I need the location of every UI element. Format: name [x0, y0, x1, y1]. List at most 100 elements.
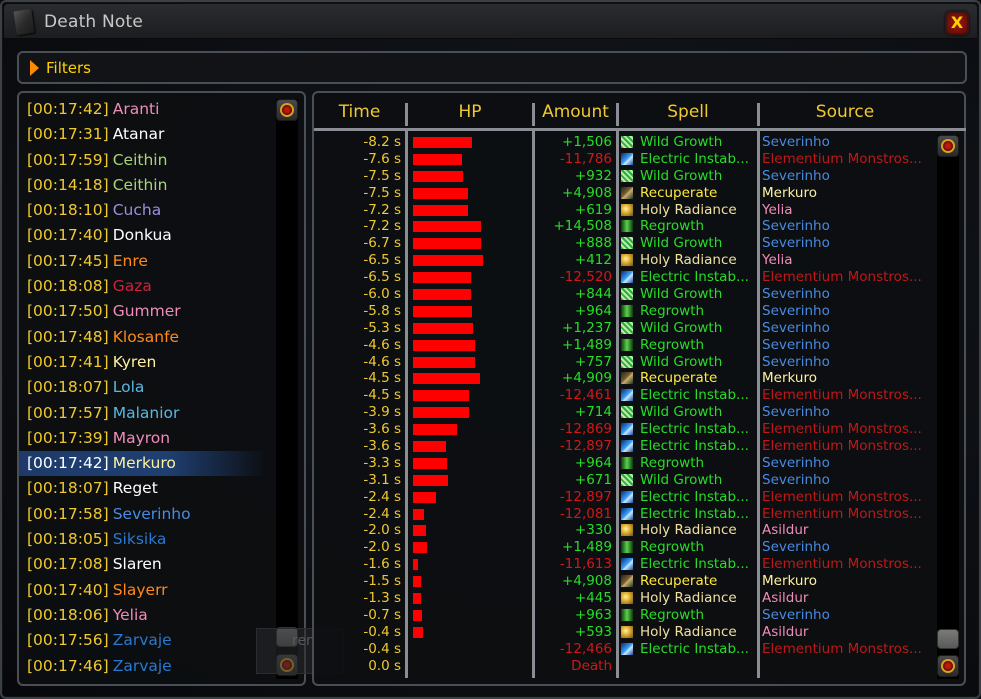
- death-list-item[interactable]: [00:17:39] Mayron: [19, 426, 267, 451]
- player-name: Kyren: [112, 352, 157, 371]
- player-name: Gummer: [112, 302, 181, 321]
- amount-cell: +619: [574, 201, 612, 218]
- player-name: Gaza: [112, 277, 152, 296]
- table-row[interactable]: -1.6 s -11,613 Electric Instab... Elementiu…: [314, 556, 934, 573]
- death-list-item[interactable]: [00:17:40] Slayerr: [19, 578, 267, 603]
- amount-cell: -12,897: [559, 438, 612, 455]
- death-list-item[interactable]: [00:14:18] Ceithin: [19, 173, 267, 198]
- regrowth-icon: [620, 607, 634, 622]
- table-row[interactable]: -0.4 s +593 Holy Radiance Asildur: [314, 624, 934, 641]
- table-row[interactable]: -7.5 s +4,908 Recuperate Merkuro: [314, 185, 934, 202]
- table-row[interactable]: -6.5 s -12,520 Electric Instab... Elementiu…: [314, 269, 934, 286]
- table-row[interactable]: -3.9 s +714 Wild Growth Severinho: [314, 404, 934, 421]
- table-row[interactable]: -3.3 s +964 Regrowth Severinho: [314, 455, 934, 472]
- electric-instability-icon: [620, 422, 634, 437]
- death-list-item[interactable]: [00:17:46] Zarvaje: [19, 654, 267, 679]
- death-list-item[interactable]: [00:17:56] Zarvaje: [19, 628, 267, 653]
- spell-cell: Electric Instab...: [640, 505, 749, 522]
- header-time[interactable]: Time: [314, 102, 405, 122]
- table-row[interactable]: -5.8 s +964 Regrowth Severinho: [314, 303, 934, 320]
- table-row[interactable]: -1.3 s +445 Holy Radiance Asildur: [314, 590, 934, 607]
- table-row[interactable]: -6.0 s +844 Wild Growth Severinho: [314, 286, 934, 303]
- death-list-item[interactable]: [00:17:59] Ceithin: [19, 148, 267, 173]
- hp-bar: [413, 187, 468, 199]
- table-row[interactable]: -2.4 s -12,897 Electric Instab... Elementiu…: [314, 489, 934, 506]
- close-button[interactable]: X: [945, 11, 969, 35]
- death-timestamp: [00:17:39]: [27, 428, 109, 447]
- wild-growth-icon: [620, 168, 634, 183]
- amount-cell: +757: [574, 353, 612, 370]
- death-timestamp: [00:17:46]: [27, 656, 109, 675]
- death-list-item[interactable]: [00:17:57] Malanior: [19, 401, 267, 426]
- filters-toggle[interactable]: Filters: [17, 51, 967, 84]
- table-row[interactable]: -5.3 s +1,237 Wild Growth Severinho: [314, 320, 934, 337]
- regrowth-icon: [620, 540, 634, 555]
- table-row[interactable]: -7.2 s +14,508 Regrowth Severinho: [314, 218, 934, 235]
- player-name: Reget: [112, 479, 158, 498]
- table-row[interactable]: 0.0 s Death: [314, 658, 934, 675]
- death-list-item[interactable]: [00:17:40] Donkua: [19, 223, 267, 248]
- table-scroll-up-button[interactable]: [937, 135, 959, 157]
- table-row[interactable]: -8.2 s +1,506 Wild Growth Severinho: [314, 134, 934, 151]
- time-cell: -3.1 s: [363, 471, 401, 488]
- hp-bar: [413, 170, 463, 182]
- table-row[interactable]: -0.7 s +963 Regrowth Severinho: [314, 607, 934, 624]
- table-row[interactable]: -7.6 s -11,786 Electric Instab... Elementiu…: [314, 151, 934, 168]
- table-row[interactable]: -2.0 s +1,489 Regrowth Severinho: [314, 539, 934, 556]
- death-timestamp: [00:17:59]: [27, 150, 109, 169]
- header-hp[interactable]: HP: [408, 102, 532, 122]
- player-name: Slayerr: [112, 580, 168, 599]
- death-list-item[interactable]: [00:17:42] Merkuro: [19, 451, 267, 477]
- table-row[interactable]: -0.4 s -12,466 Electric Instab... Elementiu…: [314, 641, 934, 658]
- death-list-item[interactable]: [00:18:06] Yelia: [19, 603, 267, 628]
- table-row[interactable]: -3.6 s -12,869 Electric Instab... Elementiu…: [314, 421, 934, 438]
- notebook-icon: [13, 8, 35, 36]
- amount-cell: +888: [574, 235, 612, 252]
- table-row[interactable]: -6.7 s +888 Wild Growth Severinho: [314, 235, 934, 252]
- table-row[interactable]: -3.1 s +671 Wild Growth Severinho: [314, 472, 934, 489]
- death-list-item[interactable]: [00:18:10] Cucha: [19, 198, 267, 223]
- header-source[interactable]: Source: [760, 102, 930, 122]
- death-list-scrollbar[interactable]: [276, 99, 298, 679]
- death-list-item[interactable]: [00:17:50] Gummer: [19, 299, 267, 324]
- hp-bar: [413, 322, 473, 334]
- table-row[interactable]: -1.5 s +4,908 Recuperate Merkuro: [314, 573, 934, 590]
- death-list-item[interactable]: [00:17:31] Atanar: [19, 122, 267, 147]
- death-list-item[interactable]: [00:17:41] Kyren: [19, 350, 267, 375]
- table-row[interactable]: -4.5 s -12,461 Electric Instab... Elementiu…: [314, 387, 934, 404]
- table-row[interactable]: -3.6 s -12,897 Electric Instab... Elementiu…: [314, 438, 934, 455]
- table-row[interactable]: -4.6 s +757 Wild Growth Severinho: [314, 354, 934, 371]
- table-row[interactable]: -2.0 s +330 Holy Radiance Asildur: [314, 522, 934, 539]
- table-scroll-thumb[interactable]: [937, 629, 959, 649]
- header-amount[interactable]: Amount: [535, 102, 616, 122]
- death-list-item[interactable]: [00:18:08] Gaza: [19, 274, 267, 299]
- table-row[interactable]: -6.5 s +412 Holy Radiance Yelia: [314, 252, 934, 269]
- death-list-item[interactable]: [00:18:07] Reget: [19, 476, 267, 501]
- death-list-item[interactable]: [00:17:08] Slaren: [19, 552, 267, 577]
- table-row[interactable]: -2.4 s -12,081 Electric Instab... Elementiu…: [314, 506, 934, 523]
- time-cell: -7.5 s: [363, 167, 401, 184]
- death-list-item[interactable]: [00:18:05] Siksika: [19, 527, 267, 552]
- table-row[interactable]: -4.6 s +1,489 Regrowth Severinho: [314, 337, 934, 354]
- death-list-item[interactable]: [00:17:48] Klosanfe: [19, 325, 267, 350]
- time-cell: -6.5 s: [363, 269, 401, 286]
- table-row[interactable]: -7.2 s +619 Holy Radiance Yelia: [314, 202, 934, 219]
- table-row[interactable]: -4.5 s +4,909 Recuperate Merkuro: [314, 370, 934, 387]
- wild-growth-icon: [620, 320, 634, 335]
- death-list-item[interactable]: [00:17:45] Enre: [19, 249, 267, 274]
- table-scroll-down-button[interactable]: [937, 655, 959, 677]
- title-bar[interactable]: Death Note X: [4, 4, 977, 39]
- scroll-up-button[interactable]: [276, 99, 298, 121]
- spell-cell: Electric Instab...: [640, 269, 749, 286]
- death-list-item[interactable]: [00:17:58] Severinho: [19, 502, 267, 527]
- hp-bar: [413, 289, 471, 301]
- table-row[interactable]: -7.5 s +932 Wild Growth Severinho: [314, 168, 934, 185]
- regrowth-icon: [620, 219, 634, 234]
- header-spell[interactable]: Spell: [619, 102, 757, 122]
- table-header: Time HP Amount Spell Source: [314, 93, 966, 131]
- hp-bar: [413, 373, 480, 385]
- source-cell: Severinho: [762, 404, 830, 421]
- table-scrollbar[interactable]: [937, 135, 959, 679]
- death-list-item[interactable]: [00:18:07] Lola: [19, 375, 267, 400]
- death-list-item[interactable]: [00:17:42] Aranti: [19, 97, 267, 122]
